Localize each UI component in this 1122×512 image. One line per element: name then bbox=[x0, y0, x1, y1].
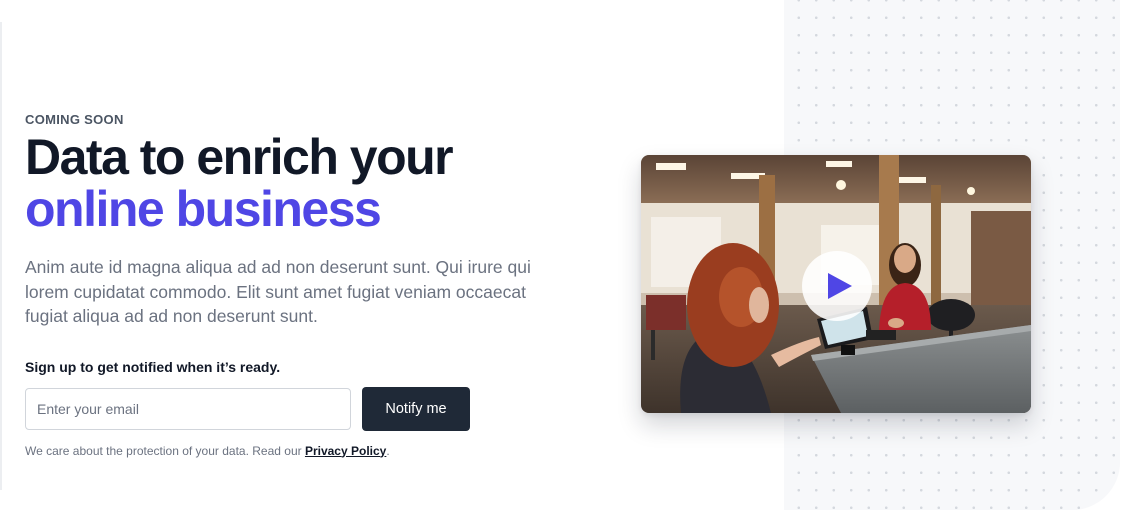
headline-line-1: Data to enrich your bbox=[25, 129, 454, 185]
signup-label: Sign up to get notified when it’s ready. bbox=[25, 358, 281, 375]
privacy-policy-link[interactable]: Privacy Policy bbox=[305, 444, 386, 458]
email-field[interactable] bbox=[25, 387, 351, 430]
video-thumbnail[interactable] bbox=[641, 155, 1031, 413]
play-icon bbox=[827, 273, 852, 299]
page-left-border bbox=[0, 22, 2, 490]
eyebrow-label: COMING SOON bbox=[25, 112, 124, 127]
headline-line-2-accent: online business bbox=[25, 181, 382, 237]
hero-description: Anim aute id magna aliqua ad ad non dese… bbox=[25, 257, 531, 326]
privacy-note: We care about the protection of your dat… bbox=[25, 444, 565, 458]
notify-me-button[interactable]: Notify me bbox=[362, 386, 470, 431]
privacy-note-suffix: . bbox=[386, 443, 390, 458]
privacy-note-text: We care about the protection of your dat… bbox=[25, 443, 305, 458]
play-video-button[interactable] bbox=[802, 251, 872, 321]
hero-section: COMING SOON Data to enrich your online b… bbox=[25, 112, 565, 458]
signup-form: Notify me bbox=[25, 386, 565, 431]
page-title: Data to enrich your online business bbox=[25, 131, 565, 235]
